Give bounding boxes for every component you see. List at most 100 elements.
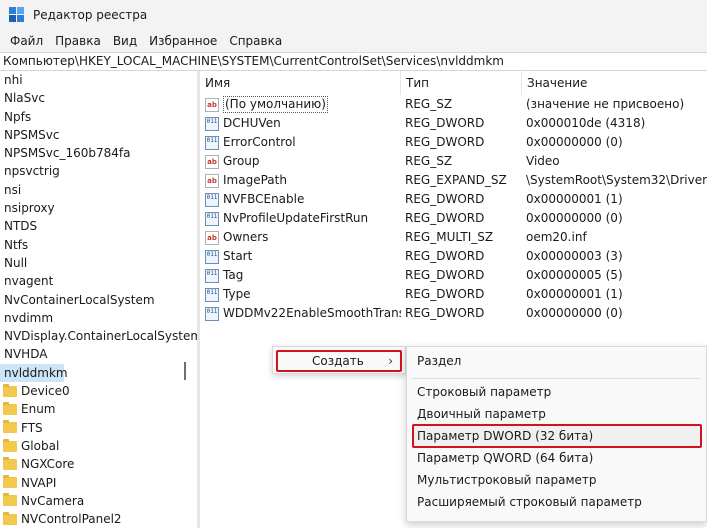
tree-child-item[interactable]: FTS [0, 419, 197, 437]
tree-item[interactable]: nvagent [0, 272, 197, 290]
table-row[interactable]: 011 NvProfileUpdateFirstRun REG_DWORD 0x000… [200, 209, 707, 228]
list-header: Имя Тип Значение [200, 71, 707, 95]
menu-edit[interactable]: Правка [49, 34, 107, 48]
table-row[interactable]: 011 Tag REG_DWORD 0x00000005 (5) [200, 266, 707, 285]
binary-value-icon: 011 [205, 211, 219, 226]
chevron-right-icon: › [388, 354, 393, 368]
folder-icon [3, 511, 17, 525]
create-menu-item[interactable]: Создать › [276, 350, 402, 372]
binary-value-icon: 011 [205, 287, 219, 302]
value-data: 0x000010de (4318) [526, 116, 646, 130]
value-name: NvProfileUpdateFirstRun [223, 211, 369, 225]
address-bar[interactable]: Компьютер\HKEY_LOCAL_MACHINE\SYSTEM\Curr… [0, 52, 707, 71]
value-name: Start [223, 249, 253, 263]
submenu-item-multistring[interactable]: Мультистроковый параметр [417, 470, 597, 490]
value-name: Type [223, 287, 251, 301]
window-title: Редактор реестра [33, 8, 148, 22]
tree-child-item[interactable]: Device0 [0, 382, 197, 400]
value-type: REG_DWORD [405, 116, 485, 130]
column-header-value[interactable]: Значение [522, 71, 707, 95]
menu-separator [411, 378, 701, 379]
tree-child-label: NVAPI [21, 475, 57, 490]
tree-child-item[interactable]: NGXCore [0, 455, 197, 473]
binary-value-icon: 011 [205, 306, 219, 321]
table-row[interactable]: 011 Start REG_DWORD 0x00000003 (3) [200, 247, 707, 266]
value-data: 0x00000003 (3) [526, 249, 623, 263]
value-name: Group [223, 154, 260, 168]
tree-item[interactable]: nsi [0, 181, 197, 199]
string-value-icon: ab [205, 154, 219, 169]
tree-item[interactable]: Null [0, 254, 197, 272]
value-type: REG_DWORD [405, 306, 485, 320]
folder-icon [3, 493, 17, 507]
menu-file[interactable]: Файл [4, 34, 49, 48]
column-header-name[interactable]: Имя [200, 71, 401, 95]
tree-child-label: NVControlPanel2 [21, 512, 122, 527]
tree-item[interactable]: NlaSvc [0, 89, 197, 107]
table-row[interactable]: 011 WDDMv22EnableSmoothTransi... REG_DWORD… [200, 304, 707, 323]
folder-icon [3, 420, 17, 434]
tree-child-item[interactable]: NVControlPanel2 [0, 510, 197, 528]
table-row[interactable]: ab ImagePath REG_EXPAND_SZ \SystemRoot\Syst… [200, 171, 707, 190]
tree-child-label: FTS [21, 420, 43, 435]
menu-view[interactable]: Вид [107, 34, 143, 48]
table-row[interactable]: 011 ErrorControl REG_DWORD 0x00000000 (0) [200, 133, 707, 152]
tree-item[interactable]: NVHDA [0, 345, 197, 363]
value-name-cell: ab (По умолчанию) [205, 95, 401, 114]
tree-child-label: Global [21, 438, 60, 453]
value-type: REG_DWORD [405, 211, 485, 225]
tree-child-item[interactable]: NvCamera [0, 492, 197, 510]
value-data: 0x00000001 (1) [526, 287, 623, 301]
regedit-app-icon [9, 7, 25, 23]
tree-item[interactable]: NTDS [0, 217, 197, 235]
tree-item[interactable]: Npfs [0, 108, 197, 126]
value-name-cell: 011 NvProfileUpdateFirstRun [205, 209, 401, 228]
tree-child-item[interactable]: Global [0, 437, 197, 455]
tree-child-item[interactable]: NVAPI [0, 474, 197, 492]
value-name-cell: ab Owners [205, 228, 401, 247]
tree-item[interactable]: Ntfs [0, 236, 197, 254]
submenu-item-string[interactable]: Строковый параметр [417, 382, 551, 402]
tree-item[interactable]: NvContainerLocalSystem [0, 291, 197, 309]
value-data: Video [526, 154, 560, 168]
tree-item[interactable]: nvdimm [0, 309, 197, 327]
binary-value-icon: 011 [205, 249, 219, 264]
submenu-item-key[interactable]: Раздел [417, 351, 461, 371]
table-row[interactable]: ab Group REG_SZ Video [200, 152, 707, 171]
folder-icon [3, 456, 17, 470]
table-row[interactable]: 011 DCHUVen REG_DWORD 0x000010de (4318) [200, 114, 707, 133]
string-value-icon: ab [205, 173, 219, 188]
submenu-item-expandable-string[interactable]: Расширяемый строковый параметр [417, 492, 642, 512]
tree-scrollbar-thumb[interactable] [184, 362, 186, 380]
submenu-item-qword[interactable]: Параметр QWORD (64 бита) [417, 448, 593, 468]
binary-value-icon: 011 [205, 135, 219, 150]
value-type: REG_SZ [405, 97, 453, 111]
menu-help[interactable]: Справка [223, 34, 288, 48]
value-data: 0x00000001 (1) [526, 192, 623, 206]
value-name-cell: 011 ErrorControl [205, 133, 401, 152]
tree-item[interactable]: npsvctrig [0, 162, 197, 180]
value-name: NVFBCEnable [223, 192, 305, 206]
value-type: REG_DWORD [405, 287, 485, 301]
value-name-cell: 011 Type [205, 285, 401, 304]
submenu-item-dword[interactable]: Параметр DWORD (32 бита) [417, 426, 593, 446]
column-header-type[interactable]: Тип [401, 71, 522, 95]
menu-favorites[interactable]: Избранное [143, 34, 223, 48]
submenu-item-binary[interactable]: Двоичный параметр [417, 404, 546, 424]
tree-child-item[interactable]: Enum [0, 400, 197, 418]
table-row[interactable]: 011 Type REG_DWORD 0x00000001 (1) [200, 285, 707, 304]
value-name-cell: 011 NVFBCEnable [205, 190, 401, 209]
value-data: 0x00000005 (5) [526, 268, 623, 282]
tree-item[interactable]: nhi [0, 71, 197, 89]
tree-item[interactable]: nsiproxy [0, 199, 197, 217]
tree-item-selected[interactable]: nvlddmkm [0, 363, 68, 383]
value-data: oem20.inf [526, 230, 587, 244]
tree-item[interactable]: NVDisplay.ContainerLocalSystem [0, 327, 197, 345]
tree-item[interactable]: NPSMSvc [0, 126, 197, 144]
table-row[interactable]: ab (По умолчанию) REG_SZ (значение не присв… [200, 95, 707, 114]
value-type: REG_EXPAND_SZ [405, 173, 507, 187]
value-type: REG_MULTI_SZ [405, 230, 494, 244]
tree-item[interactable]: NPSMSvc_160b784fa [0, 144, 197, 162]
table-row[interactable]: ab Owners REG_MULTI_SZ oem20.inf [200, 228, 707, 247]
table-row[interactable]: 011 NVFBCEnable REG_DWORD 0x00000001 (1) [200, 190, 707, 209]
